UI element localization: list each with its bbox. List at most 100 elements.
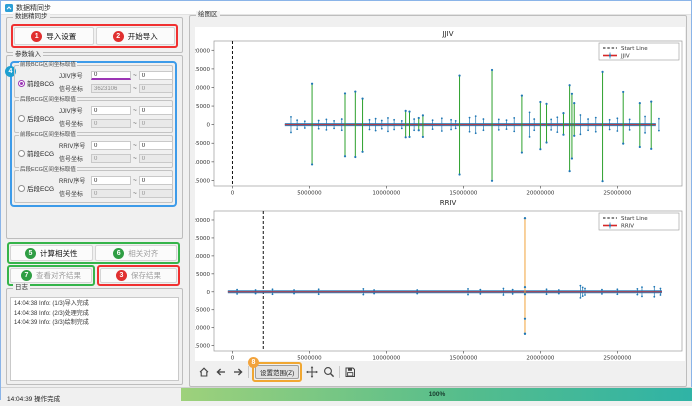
svg-text:5000000: 5000000	[297, 356, 322, 362]
svg-text:5000: 5000	[196, 272, 210, 278]
radio-front-bcg[interactable]: 前段BCG	[18, 78, 54, 88]
range-tilde: ~	[133, 142, 137, 149]
range-tilde: ~	[133, 85, 137, 92]
step-badge-8: 8	[248, 357, 259, 368]
svg-text:5000: 5000	[196, 104, 210, 110]
svg-text:25000000: 25000000	[603, 191, 631, 196]
section-front-bcg: 前段BCG区间坐标取值 前段BCG JJIV序号 ~ 信号坐标	[14, 65, 173, 98]
svg-text:25000000: 25000000	[603, 356, 631, 362]
signal-coord-start-input	[91, 119, 131, 128]
params-groupbox: 参数输入 4 前段BCG区间坐标取值 前段BCG JJIV序号 ~	[6, 55, 183, 239]
view-result-annotation-box: 7 查看对齐结果	[7, 265, 95, 286]
correlation-align-label: 相关对齐	[128, 248, 158, 259]
log-group-label: 日志	[13, 284, 30, 292]
plot-toolbar: 8 设置范围(Z)	[197, 363, 357, 380]
svg-text:-5000: -5000	[195, 141, 210, 147]
signal-coord-end-input	[139, 119, 173, 128]
jjiv-index-end-input[interactable]	[139, 71, 173, 80]
jjiv-index-start-input[interactable]	[91, 71, 131, 80]
svg-text:JJIV: JJIV	[620, 54, 630, 60]
svg-text:15000000: 15000000	[449, 356, 477, 362]
radio-rear-ecg[interactable]: 后段ECG	[18, 183, 54, 193]
step-badge-6: 6	[113, 248, 124, 259]
range-tilde: ~	[133, 72, 137, 79]
radio-icon[interactable]	[18, 185, 25, 192]
log-line: 14:04:38 Info: (1/3)导入完成	[14, 300, 175, 310]
svg-text:-10000: -10000	[195, 326, 210, 332]
svg-text:RRIV: RRIV	[621, 224, 634, 230]
svg-text:RRIV: RRIV	[440, 199, 457, 207]
correlation-align-button[interactable]: 6 相关对齐	[95, 245, 178, 261]
signal-coord-start-input	[91, 84, 131, 93]
app-window: 数据精同步 数据精同步 1 导入设置 2 开始导入 参数输入 4 前段BCG区间…	[0, 0, 692, 400]
log-line: 14:04:39 Info: (3/3)绘制完成	[14, 319, 175, 329]
sync-groupbox: 数据精同步 1 导入设置 2 开始导入	[6, 17, 183, 53]
range-tilde: ~	[133, 107, 137, 114]
section-title: 前段ECG区间坐标取值	[19, 132, 77, 139]
svg-text:10000: 10000	[195, 85, 210, 91]
svg-text:JJIV: JJIV	[442, 30, 454, 38]
set-range-annotation-box: 8 设置范围(Z)	[252, 362, 302, 382]
toolbar-separator	[339, 366, 340, 378]
log-output[interactable]: 14:04:38 Info: (1/3)导入完成 14:04:38 Info: …	[10, 297, 179, 381]
jjiv-index-start-input[interactable]	[91, 106, 131, 115]
save-figure-icon[interactable]	[343, 365, 357, 379]
range-tilde: ~	[133, 177, 137, 184]
back-icon[interactable]	[214, 365, 228, 379]
rriv-index-end-input[interactable]	[139, 176, 173, 185]
start-import-button[interactable]: 2 开始导入	[96, 27, 176, 45]
signal-coord-end-input	[139, 189, 173, 198]
view-align-result-label: 查看对齐结果	[36, 270, 81, 281]
sync-group-label: 数据精同步	[13, 13, 50, 21]
log-line: 14:04:38 Info: (2/3)处理完成	[14, 310, 175, 320]
svg-text:15000: 15000	[195, 236, 210, 242]
calc-correlation-label: 计算相关性	[40, 248, 78, 259]
radio-icon[interactable]	[18, 115, 25, 122]
view-align-result-button[interactable]: 7 查看对齐结果	[10, 268, 92, 283]
radio-rear-bcg[interactable]: 后段BCG	[18, 113, 54, 123]
rriv-chart[interactable]: 0 5000000 10000000 15000000 20000000 25000000…	[195, 195, 685, 361]
set-range-button[interactable]: 设置范围(Z)	[255, 365, 299, 379]
import-settings-button[interactable]: 1 导入设置	[14, 27, 94, 45]
progress-label: 100%	[429, 391, 446, 398]
radio-front-ecg[interactable]: 前段ECG	[18, 148, 54, 158]
jjiv-index-end-input[interactable]	[139, 106, 173, 115]
calc-correlation-button[interactable]: 5 计算相关性	[10, 245, 93, 261]
rriv-index-start-input[interactable]	[91, 141, 131, 150]
signal-coord-start-input	[91, 154, 131, 163]
window-title: 数据精同步	[16, 3, 51, 13]
svg-text:-5000: -5000	[195, 308, 210, 314]
svg-text:-15000: -15000	[195, 178, 210, 184]
params-group-label: 参数输入	[13, 51, 43, 59]
field-label: 信号坐标	[59, 119, 89, 128]
log-groupbox: 日志 14:04:38 Info: (1/3)导入完成 14:04:38 Inf…	[6, 288, 183, 385]
zoom-icon[interactable]	[322, 365, 336, 379]
range-tilde: ~	[133, 155, 137, 162]
section-title: 后段ECG区间坐标取值	[19, 167, 77, 174]
home-icon[interactable]	[197, 365, 211, 379]
svg-text:20000000: 20000000	[526, 356, 554, 362]
forward-icon[interactable]	[231, 365, 245, 379]
jjiv-chart[interactable]: 0500000010000000150000002000000025000000…	[195, 27, 685, 195]
step-badge-7: 7	[21, 270, 32, 281]
svg-text:10000000: 10000000	[372, 356, 400, 362]
section-title: 后段BCG区间坐标取值	[19, 97, 77, 104]
save-result-button[interactable]: 3 保存结果	[100, 268, 177, 283]
step-badge-3: 3	[116, 270, 127, 281]
section-rear-bcg: 后段BCG区间坐标取值 后段BCG JJIV序号 ~ 信号坐标	[14, 100, 173, 133]
field-label: JJIV序号	[59, 71, 89, 80]
field-label: 信号坐标	[59, 154, 89, 163]
svg-text:-10000: -10000	[195, 160, 210, 166]
radio-icon[interactable]	[18, 80, 25, 87]
signal-coord-end-input	[139, 84, 173, 93]
radio-icon[interactable]	[18, 150, 25, 157]
field-label: 信号坐标	[59, 84, 89, 93]
step-badge-1: 1	[31, 31, 42, 42]
rriv-index-end-input[interactable]	[139, 141, 173, 150]
step-badge-5: 5	[25, 248, 36, 259]
range-tilde: ~	[133, 120, 137, 127]
svg-text:0: 0	[207, 290, 211, 296]
pan-icon[interactable]	[305, 365, 319, 379]
rriv-index-start-input[interactable]	[91, 176, 131, 185]
progress-bar: 100%	[181, 388, 692, 401]
